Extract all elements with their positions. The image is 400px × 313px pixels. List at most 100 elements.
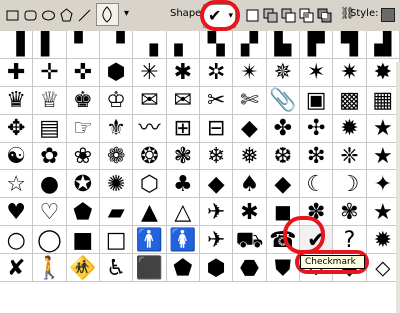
shape-cell[interactable]: ⬟ [66,198,100,227]
shape-cell[interactable]: ♿ [99,254,134,282]
shape-cell[interactable]: ✄ [233,86,267,115]
custom-shape-icon[interactable] [96,3,119,26]
shape-cell[interactable]: ▜ [333,31,367,59]
new-layer-icon[interactable] [244,7,261,24]
shape-cell[interactable]: ❅ [233,142,267,171]
shape-cell[interactable]: ♠ [233,170,267,199]
shape-cell[interactable]: ❂ [133,142,167,171]
rect-icon[interactable] [4,7,21,24]
shape-cell[interactable]: ● [33,170,67,199]
polygon-icon[interactable] [58,7,75,24]
shape-cell[interactable]: ■ [66,226,100,255]
shape-cell[interactable]: ✣ [299,114,334,143]
shape-cell[interactable]: 🚹 [133,226,167,255]
shape-cell[interactable]: ❇ [299,142,334,171]
shape-cell[interactable]: ✥ [0,114,34,143]
shape-cell[interactable]: ♡ [33,198,67,227]
subtract-icon[interactable] [280,7,297,24]
shape-cell[interactable]: ✪ [66,170,100,199]
shape-cell[interactable]: ♔ [99,86,134,115]
shape-cell[interactable]: ☯ [0,142,34,171]
shape-cell[interactable]: ✚ [0,58,34,87]
shape-cell[interactable]: ⬢ [99,58,134,87]
shape-cell[interactable]: ⬦ [366,254,400,282]
shape-cell[interactable]: ✳ [133,58,167,87]
shape-cell[interactable]: ❃ [166,142,200,171]
shape-cell[interactable]: ✷ [333,58,367,87]
shape-cell[interactable]: ❆ [266,142,300,171]
intersect-icon[interactable] [298,7,315,24]
shape-cell[interactable]: △ [166,198,200,227]
shape-cell[interactable]: ⊟ [199,114,234,143]
shape-cell[interactable]: ✴ [233,58,267,87]
rounded-rect-icon[interactable] [22,7,39,24]
shape-cell[interactable]: ❁ [99,142,134,171]
shape-cell[interactable]: ▛ [299,31,334,59]
shape-cell[interactable]: ✿ [33,142,67,171]
shape-cell[interactable]: ⚜ [99,114,134,143]
shape-cell[interactable]: 〰 [133,114,167,143]
shape-cell[interactable]: ★ [366,198,400,227]
shape-cell[interactable]: ▙ [266,31,300,59]
ellipse-icon[interactable] [40,7,57,24]
shape-cell[interactable]: ★ [366,142,400,171]
shape-cell[interactable]: ✲ [199,58,234,87]
shape-cell[interactable]: ❄ [199,142,234,171]
shape-cell[interactable]: ☞ [66,114,100,143]
shape-cell[interactable]: ✂ [199,86,234,115]
shape-cell[interactable]: ⬣ [233,254,267,282]
shape-cell[interactable]: ○ [0,226,34,255]
shape-cell[interactable]: ✺ [99,170,134,199]
shape-cell[interactable]: ⬛ [133,254,167,282]
shape-cell[interactable]: 🚺 [166,226,200,255]
shape-cell[interactable]: ▌ [33,31,67,59]
shape-cell[interactable]: ☆ [0,170,34,199]
shape-cell[interactable]: ♚ [66,86,100,115]
scrollbar[interactable] [396,62,400,313]
shape-cell[interactable]: ▰ [99,198,134,227]
shape-cell[interactable]: ☾ [299,170,334,199]
shape-cell[interactable]: ▤ [33,114,67,143]
shape-cell[interactable]: ✉ [166,86,200,115]
shape-cell[interactable]: ☽ [333,170,367,199]
shape-cell[interactable]: 🚶 [33,254,67,282]
shape-cell[interactable]: ♥ [0,198,34,227]
shape-cell[interactable]: ✤ [266,114,300,143]
style-swatch[interactable] [381,8,395,22]
line-icon[interactable] [76,7,93,24]
shape-cell[interactable]: ♕ [33,86,67,115]
shape-cell[interactable]: ✈ [199,226,234,255]
shape-cell[interactable]: ✶ [299,58,334,87]
shape-cell[interactable]: ✾ [333,198,367,227]
shape-cell[interactable]: ✹ [366,226,400,255]
shape-cell[interactable]: ⬡ [133,170,167,199]
shape-cell[interactable]: ▲ [133,198,167,227]
shape-cell[interactable]: ♛ [0,86,34,115]
shape-cell[interactable]: ♣ [166,170,200,199]
shape-cell[interactable]: ▞ [233,31,267,59]
shape-cell[interactable]: ❀ [66,142,100,171]
shape-cell[interactable]: ▖ [166,31,200,59]
shape-cell[interactable]: ▩ [333,86,367,115]
shape-cell[interactable]: ▟ [366,31,400,59]
shape-cell[interactable]: ◯ [33,226,67,255]
shape-cell[interactable]: ▣ [299,86,334,115]
shape-cell[interactable]: ▗ [133,31,167,59]
shape-cell[interactable]: ✘ [0,254,34,282]
combine-icon[interactable] [262,7,279,24]
shape-cell[interactable]: □ [99,226,134,255]
shape-cell[interactable]: ⛟ [233,226,267,255]
shape-cell[interactable]: ✛ [33,58,67,87]
shape-cell[interactable]: ◆ [266,170,300,199]
shape-cell[interactable]: ✉ [133,86,167,115]
shape-cell[interactable]: ⊞ [166,114,200,143]
shape-cell[interactable]: ▚ [199,31,234,59]
shape-cell[interactable]: 📎 [266,86,300,115]
shape-cell[interactable]: ❈ [333,142,367,171]
shape-cell[interactable]: ✈ [199,198,234,227]
shape-cell[interactable]: ✵ [266,58,300,87]
shape-cell[interactable]: ⬢ [199,254,234,282]
shape-cell[interactable]: ✱ [166,58,200,87]
shape-cell[interactable]: ▝ [99,31,134,59]
shape-cell[interactable]: ✱ [233,198,267,227]
